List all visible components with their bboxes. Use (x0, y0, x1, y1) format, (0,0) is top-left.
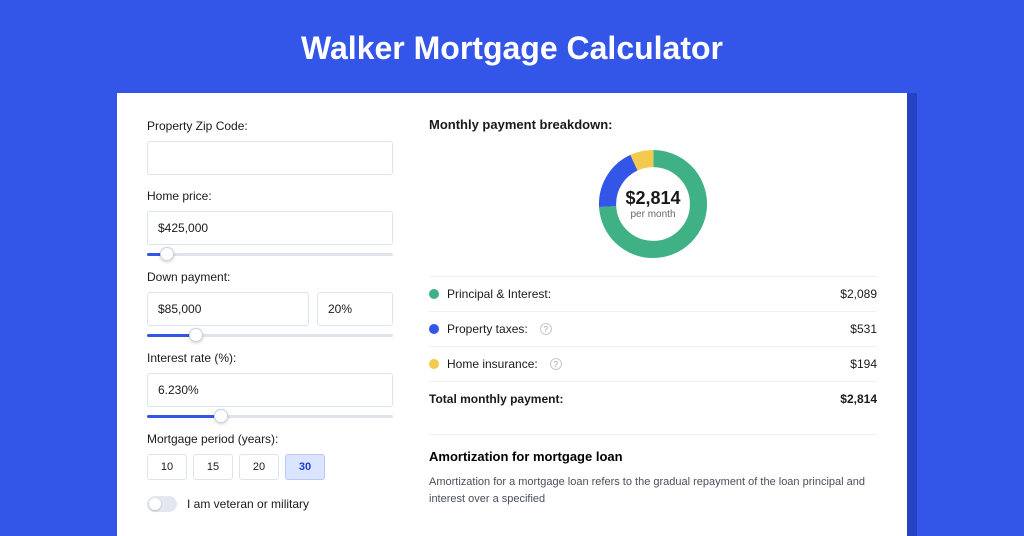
legend-value: $531 (850, 322, 877, 336)
amort-title: Amortization for mortgage loan (429, 449, 877, 464)
legend-row: Home insurance:? $194 (429, 347, 877, 382)
down-amount-input[interactable] (147, 292, 309, 326)
help-icon[interactable]: ? (540, 323, 552, 335)
legend-dot (429, 324, 439, 334)
legend-label: Principal & Interest: (447, 287, 551, 301)
down-label: Down payment: (147, 270, 393, 284)
period-pills: 10152030 (147, 454, 393, 480)
total-value: $2,814 (840, 392, 877, 406)
legend-label: Home insurance: (447, 357, 538, 371)
page-title: Walker Mortgage Calculator (0, 30, 1024, 67)
zip-input[interactable] (147, 141, 393, 175)
legend: Principal & Interest: $2,089 Property taxe… (429, 276, 877, 416)
help-icon[interactable]: ? (550, 358, 562, 370)
price-input[interactable] (147, 211, 393, 245)
legend-row: Principal & Interest: $2,089 (429, 277, 877, 312)
amort-text: Amortization for a mortgage loan refers … (429, 474, 877, 507)
zip-label: Property Zip Code: (147, 119, 393, 133)
donut-chart: $2,814 per month (593, 144, 713, 264)
donut-sublabel: per month (630, 209, 675, 220)
legend-value: $2,089 (840, 287, 877, 301)
rate-slider[interactable] (147, 415, 393, 418)
legend-value: $194 (850, 357, 877, 371)
calculator-card: Property Zip Code: Home price: Down paym… (117, 93, 907, 536)
breakdown-title: Monthly payment breakdown: (429, 117, 877, 132)
down-slider[interactable] (147, 334, 393, 337)
rate-label: Interest rate (%): (147, 351, 393, 365)
inputs-panel: Property Zip Code: Home price: Down paym… (147, 117, 393, 512)
legend-row: Property taxes:? $531 (429, 312, 877, 347)
rate-input[interactable] (147, 373, 393, 407)
legend-label: Property taxes: (447, 322, 528, 336)
period-label: Mortgage period (years): (147, 432, 393, 446)
total-label: Total monthly payment: (429, 392, 563, 406)
legend-dot (429, 289, 439, 299)
period-pill-20[interactable]: 20 (239, 454, 279, 480)
down-pct-input[interactable] (317, 292, 393, 326)
period-pill-15[interactable]: 15 (193, 454, 233, 480)
period-pill-10[interactable]: 10 (147, 454, 187, 480)
legend-total-row: Total monthly payment: $2,814 (429, 382, 877, 416)
results-panel: Monthly payment breakdown: $2,814 per mo… (429, 117, 877, 512)
legend-dot (429, 359, 439, 369)
veteran-toggle[interactable] (147, 496, 177, 512)
veteran-label: I am veteran or military (187, 497, 309, 511)
price-label: Home price: (147, 189, 393, 203)
period-pill-30[interactable]: 30 (285, 454, 325, 480)
donut-value: $2,814 (625, 188, 680, 209)
price-slider[interactable] (147, 253, 393, 256)
